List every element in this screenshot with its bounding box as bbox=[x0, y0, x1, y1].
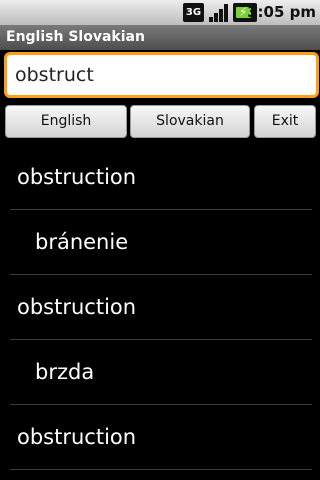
english-button[interactable]: English bbox=[5, 105, 127, 138]
result-row-translation[interactable]: brzda bbox=[0, 340, 320, 405]
exit-button[interactable]: Exit bbox=[254, 105, 316, 138]
result-row-translation[interactable]: bránenie bbox=[0, 210, 320, 275]
signal-strength-icon bbox=[208, 3, 230, 22]
list-divider bbox=[10, 469, 312, 470]
result-text: obstruction bbox=[17, 425, 137, 449]
search-input[interactable] bbox=[4, 52, 319, 98]
status-time: 3:05 pm bbox=[247, 3, 316, 21]
network-3g-icon: 3G bbox=[183, 3, 204, 22]
result-row-headword[interactable]: obstruction bbox=[0, 145, 320, 210]
result-text: brzda bbox=[35, 360, 95, 384]
search-container bbox=[4, 52, 320, 98]
result-row-headword[interactable]: obstruction bbox=[0, 405, 320, 470]
result-row-headword[interactable]: obstruction bbox=[0, 275, 320, 340]
result-text: bránenie bbox=[35, 230, 129, 254]
status-bar: 3G ⚡ 3:05 pm bbox=[0, 0, 320, 25]
slovakian-button[interactable]: Slovakian bbox=[130, 105, 250, 138]
result-text: obstruction bbox=[17, 295, 137, 319]
result-text: obstruction bbox=[17, 165, 137, 189]
app-title: English Slovakian bbox=[0, 25, 320, 50]
